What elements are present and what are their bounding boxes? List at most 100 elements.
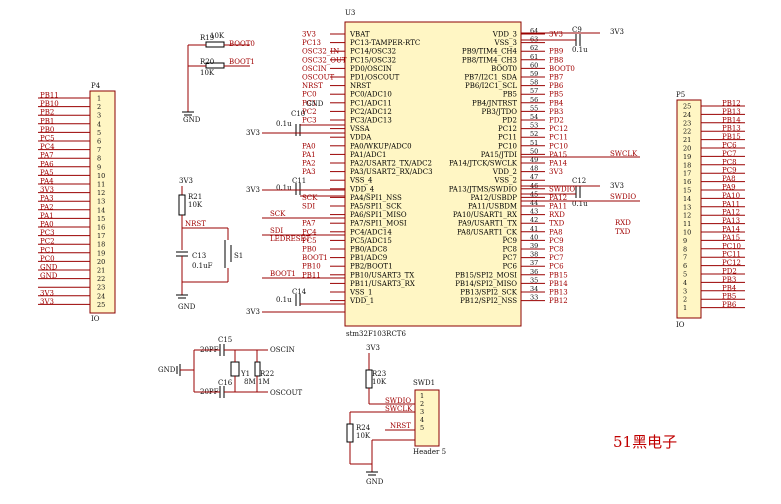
p5-pin-6: 6 (683, 262, 687, 270)
p4-net-19: PC1 (40, 246, 55, 254)
u3-pin-num-59: 59 (530, 70, 538, 78)
u3-left-net-5: OSCIN (302, 65, 327, 73)
u3-right-net-64: 3V3 (549, 31, 563, 39)
p4-net-1: PB11 (40, 92, 59, 100)
gnd-label-swd: GND (366, 478, 384, 486)
u3-right-net-39: PC8 (549, 246, 564, 254)
u3-left-net-1: 3V3 (302, 31, 316, 39)
r19-value: 10K (210, 32, 225, 40)
u3-pin-num-58: 58 (530, 79, 538, 87)
y1-ref: Y1 (240, 370, 250, 378)
u3-pin-24: PC4/ADC14 (350, 228, 392, 236)
p4-net-14: PA2 (40, 203, 54, 211)
u3-left-net-6: OSCOUT (302, 74, 335, 82)
u3-pin-num-55: 55 (530, 104, 538, 112)
mcu-u3: U3 stm32F103RCT6 VBAT3V3PC13-TAMPER-RTCP… (302, 9, 575, 338)
u3-pin-num-42: 42 (530, 216, 538, 224)
u3-right-net-54: PD2 (549, 117, 564, 125)
p4-pin-3: 3 (97, 112, 101, 120)
p5-ref: P5 (676, 91, 685, 99)
p5-net-2: PB5 (722, 293, 736, 301)
u3-pin-3: PC14/OSC32 (350, 48, 396, 56)
svg-text:2: 2 (420, 400, 424, 408)
u3-right-net-40: PC9 (549, 237, 564, 245)
p5-net-17: PC9 (722, 167, 737, 175)
u3-pin-num-33: 33 (530, 294, 538, 302)
u3-pin-10: PC2/ADC12 (350, 108, 392, 116)
p4-net-13: PA3 (40, 195, 54, 203)
p4-pin-2: 2 (97, 103, 101, 111)
u3-right-net-37: PC6 (549, 263, 564, 271)
u3-pin-num-60: 60 (530, 61, 538, 69)
u3-left-net-21: SDI (302, 203, 315, 211)
p5-footer: IO (676, 321, 685, 329)
p4-pin-18: 18 (97, 241, 105, 249)
p5-pin-20: 20 (683, 145, 691, 153)
u3-pin-num-40: 40 (530, 233, 538, 241)
osc-in-net: OSCIN (270, 346, 295, 354)
p4-pin-12: 12 (97, 189, 105, 197)
swd-header: 3V3 R23 10K SWDIO SWCLK R24 10K GND NRST… (346, 344, 446, 486)
p4-footer: IO (91, 315, 100, 323)
p4-net-10: PA5 (40, 169, 54, 177)
p5-net-7: PC11 (722, 251, 741, 259)
p5-net-6: PC12 (722, 259, 741, 267)
u3-pin-45: PA12/USBDP (470, 194, 517, 202)
u3-pin-57: PB5 (503, 91, 517, 99)
gnd-label-osc: GND (158, 366, 176, 374)
connector-p4: P4 IO 1 PB11 2 PB10 3 PB2 4 PB1 5 PB0 6 PC5 7 PC4 8 PA7… (38, 82, 116, 323)
u3-pin-4: PC15/OSC32 (350, 56, 396, 64)
u3-pin-32: VDD_1 (349, 297, 374, 305)
u3-pin-num-39: 39 (530, 242, 538, 250)
y1-value: 8M (244, 378, 256, 386)
gnd-label-reset: GND (178, 303, 196, 311)
swd-swdio: SWDIO (385, 397, 411, 405)
swd-sub: Header 5 (413, 448, 446, 456)
p5-net-11: PA13 (722, 217, 740, 225)
u3-pin-26: PB0/ADC8 (350, 246, 387, 254)
swd-nrst: NRST (390, 422, 411, 430)
p5-pin-19: 19 (683, 153, 691, 161)
svg-text:3: 3 (420, 408, 424, 416)
u3-left-net-7: NRST (302, 82, 323, 90)
u3-left-net-20: SCK (302, 194, 318, 202)
u3-pin-num-38: 38 (530, 251, 538, 259)
p5-pin-17: 17 (683, 170, 691, 178)
u3-pin-44: PA11/USBDM (468, 203, 517, 211)
p5-pin-3: 3 (683, 287, 687, 295)
r24-ref: R24 (356, 424, 371, 432)
c16-ref: C16 (218, 379, 233, 387)
u3-pin-20: PA4/SPI1_NSS (350, 194, 402, 202)
u3-right-net-43: RXD (549, 211, 565, 219)
c15-ref: C15 (218, 336, 232, 344)
c10-value: 0.1u (276, 120, 292, 128)
u3-pin-11: PC3/ADC13 (350, 117, 392, 125)
u3-pin-31: VSS_1 (349, 289, 372, 297)
c14-ref: C14 (292, 288, 307, 296)
u3-pin-6: PD1/OSCOUT (350, 74, 400, 82)
u3-pin-num-57: 57 (530, 87, 538, 95)
u3-right-net-42: TXD (549, 220, 565, 228)
p5-net-22: PB13 (722, 125, 741, 133)
u3-pin-30: PB11/USART3_RX (350, 280, 415, 288)
p4-net-7: PC4 (40, 143, 55, 151)
u3-pin-47: VSS_2 (494, 177, 517, 185)
u3-left-net-16: PA2 (302, 160, 316, 168)
u3-pin-15: PA1/ADC1 (350, 151, 386, 159)
c13-ref: C13 (192, 252, 206, 260)
u3-pin-52: PC11 (498, 134, 517, 142)
p5-net-12: PA12 (722, 209, 740, 217)
c11-3v3: 3V3 (246, 186, 260, 194)
p5-net-16: PA8 (722, 175, 736, 183)
u3-left-net-26: PB0 (302, 246, 316, 254)
p4-net-4: PB1 (40, 117, 54, 125)
u3-pin-59: PB7/I2C1_SDA (464, 74, 518, 82)
p5-net-3: PB4 (722, 284, 737, 292)
u3-pin-16: PA2/USART2_TX/ADC2 (350, 160, 432, 168)
u3-pin-51: PC10 (498, 142, 517, 150)
r23-value: 10K (372, 378, 387, 386)
boot1-right-net: BOOT1 (270, 270, 296, 278)
swd-swclk: SWCLK (385, 405, 413, 413)
u3-pin-42: PA9/USART1_TX (458, 220, 517, 228)
u3-pin-num-54: 54 (530, 113, 538, 121)
